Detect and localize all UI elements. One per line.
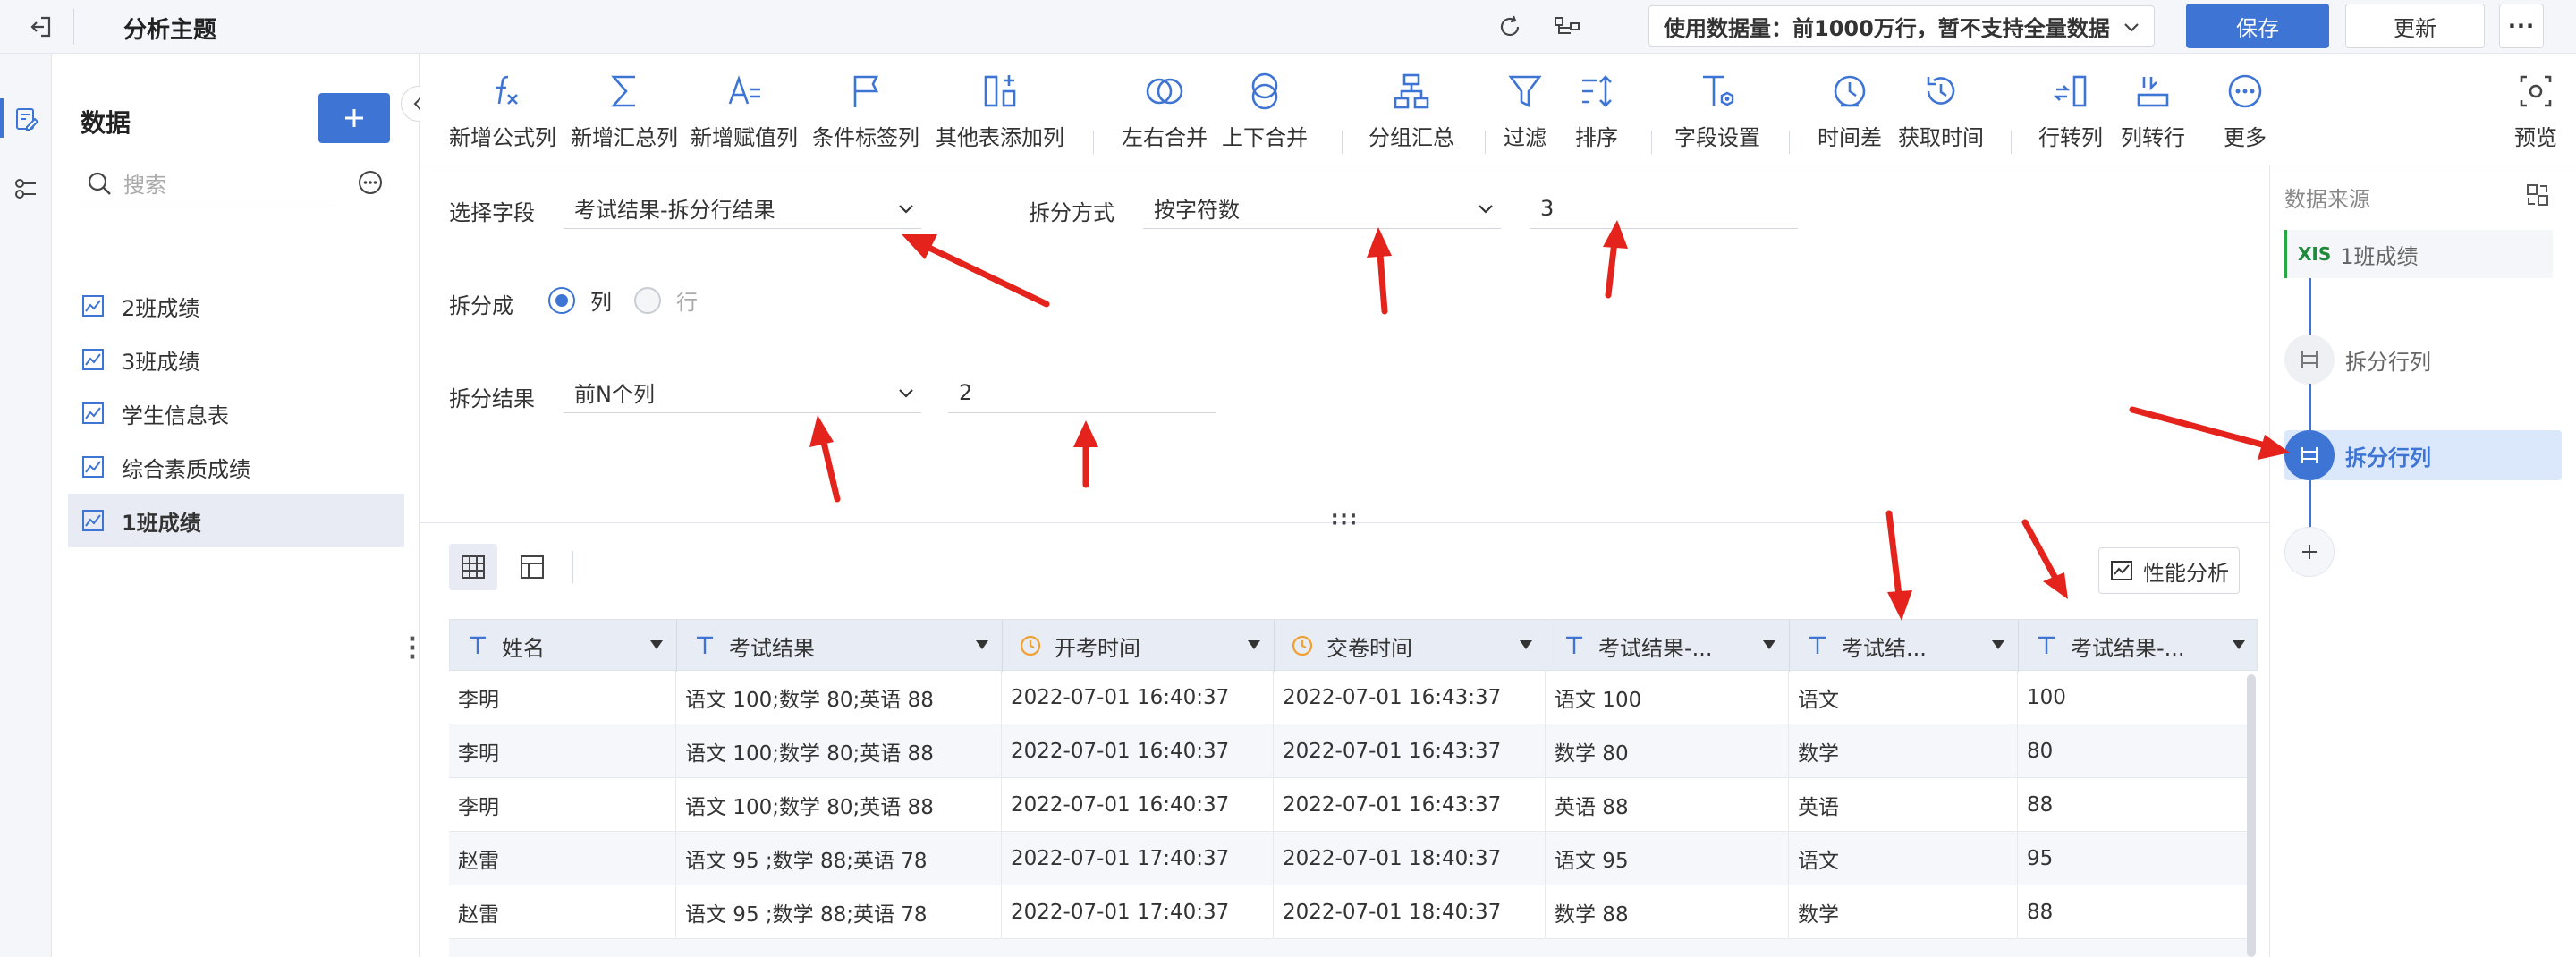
annotation-arrow xyxy=(1367,227,1392,315)
app-window: 分析主题 使用数据量：前1000万行，暂不支持全量数据 保存 更新 ··· 数据 xyxy=(0,0,2576,957)
annotation-arrows xyxy=(809,220,2290,621)
annotation-arrow xyxy=(902,234,1050,308)
annotation-arrow xyxy=(1885,510,1912,621)
annotation-arrow xyxy=(2021,519,2068,599)
annotation-arrow xyxy=(2129,406,2290,460)
annotation-arrow xyxy=(1073,420,1098,488)
annotation-arrow xyxy=(1603,220,1628,299)
annotation-arrow xyxy=(809,415,841,503)
